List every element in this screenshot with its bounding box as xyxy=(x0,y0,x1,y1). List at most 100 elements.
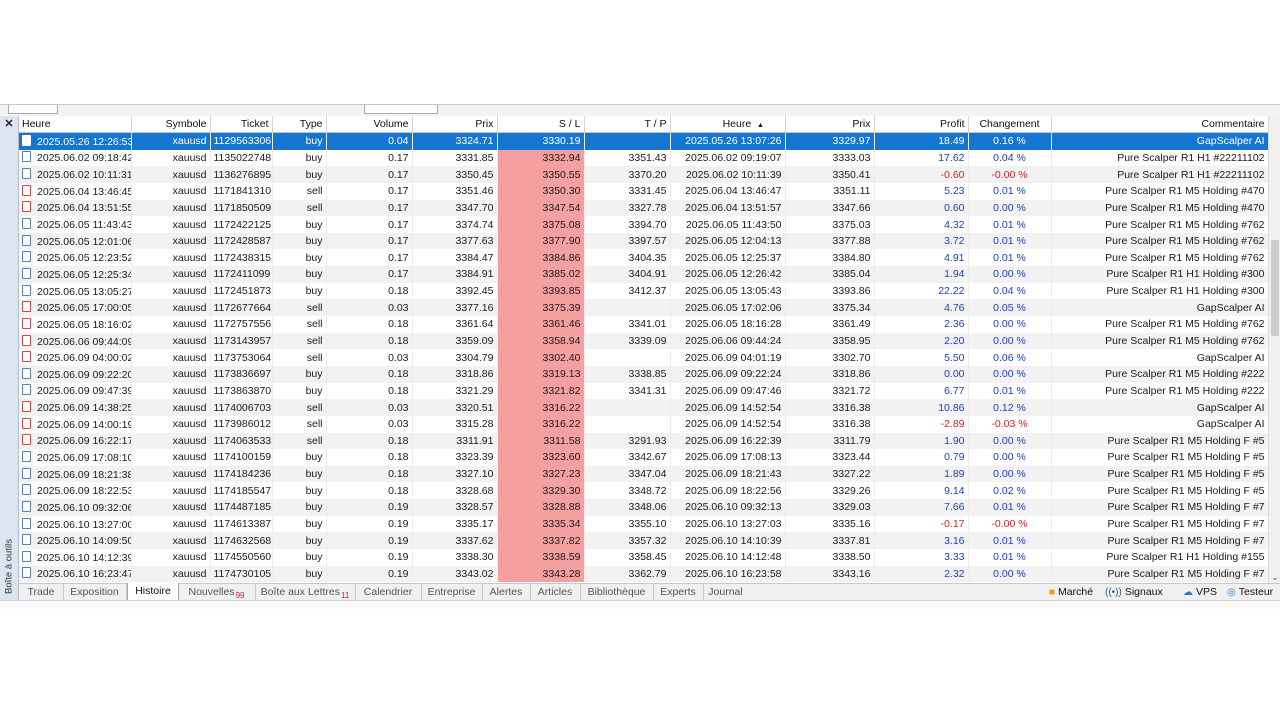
table-row[interactable]: 2025.06.02 10:11:31 xauusd 1136276895 buy 0.… xyxy=(19,166,1268,183)
table-row[interactable]: 2025.06.05 18:16:02 xauusd 1172757556 sell 0… xyxy=(19,316,1268,333)
table-row[interactable]: 2025.06.09 14:38:25 xauusd 1174006703 sell 0… xyxy=(19,399,1268,416)
table-row[interactable]: 2025.06.05 13:05:27 xauusd 1172451873 buy 0.… xyxy=(19,282,1268,300)
row-volume: 0.03 xyxy=(326,349,413,366)
tab-exposition[interactable]: Exposition xyxy=(63,584,127,600)
tab-trade[interactable]: Trade xyxy=(19,584,64,600)
column-header-type[interactable]: Type xyxy=(272,116,327,133)
table-row[interactable]: 2025.06.09 04:00:02 xauusd 1173753064 sell 0… xyxy=(19,349,1268,366)
column-header-close-price[interactable]: Prix xyxy=(785,116,875,133)
tester-button[interactable]: ◎ Testeur xyxy=(1227,584,1273,600)
row-open-time: 2025.06.10 14:09:50 xyxy=(19,532,132,550)
row-ticket: 1171850509 xyxy=(210,199,273,217)
table-row[interactable]: 2025.06.09 16:22:17 xauusd 1174063533 sell 0… xyxy=(19,432,1268,450)
table-row[interactable]: 2025.06.04 13:46:45 xauusd 1171841310 sell 0… xyxy=(19,182,1268,200)
column-header-profit[interactable]: Profit xyxy=(874,116,969,133)
row-tp: 3331.45 xyxy=(584,182,671,200)
table-row[interactable]: 2025.06.09 09:47:39 xauusd 1173863870 buy 0.… xyxy=(19,382,1268,400)
tab-nouvelles[interactable]: Nouvelles99 xyxy=(178,584,256,600)
row-change: 0.00 % xyxy=(968,199,1052,217)
row-close-price: 3311.79 xyxy=(785,432,875,450)
column-header-change[interactable]: Changement xyxy=(968,116,1052,133)
row-symbol: xauusd xyxy=(131,482,211,500)
column-header-volume[interactable]: Volume xyxy=(326,116,413,133)
vertical-scrollbar[interactable]: ⌄ xyxy=(1268,116,1280,583)
column-header-tp[interactable]: T / P xyxy=(584,116,671,133)
row-profit: 3.72 xyxy=(874,232,969,250)
row-change: 0.00 % xyxy=(968,266,1052,283)
tab-histoire[interactable]: Histoire xyxy=(127,583,179,601)
tab-alertes[interactable]: Alertes xyxy=(482,584,531,600)
row-symbol: xauusd xyxy=(131,132,211,150)
tab-calendrier[interactable]: Calendrier xyxy=(355,584,422,600)
column-header-close-time[interactable]: Heure ▲ xyxy=(670,116,786,133)
table-row[interactable]: 2025.06.05 11:43:43 xauusd 1172422125 buy 0.… xyxy=(19,216,1268,233)
mail-badge: 11 xyxy=(341,591,350,600)
scrollbar-thumb[interactable] xyxy=(1271,240,1279,336)
row-close-time: 2025.06.10 09:32:13 xyxy=(670,499,786,516)
table-row[interactable]: 2025.06.05 12:23:52 xauusd 1172438315 buy 0.… xyxy=(19,249,1268,267)
row-ticket: 1173863870 xyxy=(210,382,273,400)
table-row[interactable]: 2025.06.09 17:08:10 xauusd 1174100159 buy 0.… xyxy=(19,449,1268,466)
tab-journal[interactable]: Journal xyxy=(703,584,748,600)
table-row[interactable]: 2025.06.06 09:44:09 xauusd 1173143957 sell 0… xyxy=(19,332,1268,350)
row-tp: 3404.35 xyxy=(584,249,671,267)
row-type: sell xyxy=(272,182,327,200)
market-button[interactable]: ■ Marché xyxy=(1049,584,1093,600)
row-symbol: xauusd xyxy=(131,216,211,233)
row-type: buy xyxy=(272,449,327,466)
table-row[interactable]: 2025.06.09 18:21:38 xauusd 1174184236 buy 0.… xyxy=(19,465,1268,483)
row-symbol: xauusd xyxy=(131,182,211,200)
column-header-symbol[interactable]: Symbole xyxy=(131,116,211,133)
table-row[interactable]: 2025.05.26 12:26:53 xauusd 1129563306 buy 0.… xyxy=(19,132,1268,150)
vps-button[interactable]: ☁ VPS xyxy=(1183,584,1217,600)
table-row[interactable]: 2025.06.09 18:22:53 xauusd 1174185547 buy 0.… xyxy=(19,482,1268,500)
row-symbol: xauusd xyxy=(131,432,211,450)
row-open-time: 2025.06.10 09:32:06 xyxy=(19,499,132,516)
column-header-price[interactable]: Prix xyxy=(412,116,498,133)
table-row[interactable]: 2025.06.10 14:12:39 xauusd 1174550560 buy 0.… xyxy=(19,549,1268,566)
row-comment: GapScalper AI xyxy=(1051,299,1268,317)
row-close-price: 3333.03 xyxy=(785,149,875,167)
row-ticket: 1173986012 xyxy=(210,415,273,433)
row-comment: Pure Scalper R1 M5 Holding #470 xyxy=(1051,182,1268,200)
column-header-ticket[interactable]: Ticket xyxy=(210,116,273,133)
row-change: 0.05 % xyxy=(968,299,1052,317)
signals-button[interactable]: ((•)) Signaux xyxy=(1105,584,1163,600)
table-row[interactable]: 2025.06.09 09:22:20 xauusd 1173836697 buy 0.… xyxy=(19,365,1268,383)
row-tp: 3348.06 xyxy=(584,499,671,516)
row-open-time: 2025.06.05 12:01:06 xyxy=(19,232,132,250)
row-type: buy xyxy=(272,249,327,267)
scroll-down-icon[interactable]: ⌄ xyxy=(1269,571,1280,583)
table-row[interactable]: 2025.06.10 14:09:50 xauusd 1174632568 buy 0.… xyxy=(19,532,1268,550)
table-row[interactable]: 2025.06.04 13:51:55 xauusd 1171850509 sell 0… xyxy=(19,199,1268,217)
row-change: -0.00 % xyxy=(968,166,1052,183)
table-row[interactable]: 2025.06.05 12:25:34 xauusd 1172411099 buy 0.… xyxy=(19,266,1268,283)
row-price: 3374.74 xyxy=(412,216,498,233)
tab-entreprise[interactable]: Entreprise xyxy=(421,584,483,600)
row-change: 0.00 % xyxy=(968,432,1052,450)
table-row[interactable]: 2025.06.02 09:18:42 xauusd 1135022748 buy 0.… xyxy=(19,149,1268,167)
column-header-comment[interactable]: Commentaire xyxy=(1051,116,1268,133)
row-close-price: 3385.04 xyxy=(785,266,875,283)
row-tp: 3394.70 xyxy=(584,216,671,233)
table-row[interactable]: 2025.06.10 16:23:47 xauusd 1174730105 buy 0.… xyxy=(19,565,1268,583)
row-profit: 0.79 xyxy=(874,449,969,466)
row-type: buy xyxy=(272,282,327,300)
row-symbol: xauusd xyxy=(131,266,211,283)
table-row[interactable]: 2025.06.05 17:00:05 xauusd 1172677664 sell 0… xyxy=(19,299,1268,317)
row-close-time: 2025.06.09 18:22:56 xyxy=(670,482,786,500)
tab-articles[interactable]: Articles xyxy=(530,584,581,600)
close-icon[interactable]: ✕ xyxy=(3,118,15,130)
table-row[interactable]: 2025.06.10 13:27:00 xauusd 1174613387 buy 0.… xyxy=(19,515,1268,533)
tab-bibliotheque[interactable]: Bibliothèque xyxy=(580,584,654,600)
row-price: 3321.29 xyxy=(412,382,498,400)
tab-mailbox[interactable]: Boîte aux Lettres11 xyxy=(255,584,356,600)
table-row[interactable]: 2025.06.05 12:01:06 xauusd 1172428587 buy 0.… xyxy=(19,232,1268,250)
column-header-sl[interactable]: S / L xyxy=(497,116,585,133)
table-row[interactable]: 2025.06.09 14:00:19 xauusd 1173986012 sell 0… xyxy=(19,415,1268,433)
column-header-open-time[interactable]: Heure xyxy=(19,116,132,133)
row-open-time: 2025.06.09 14:00:19 xyxy=(19,415,132,433)
status-bar xyxy=(0,600,1280,609)
tab-experts[interactable]: Experts xyxy=(653,584,704,600)
table-row[interactable]: 2025.06.10 09:32:06 xauusd 1174487185 buy 0.… xyxy=(19,499,1268,516)
